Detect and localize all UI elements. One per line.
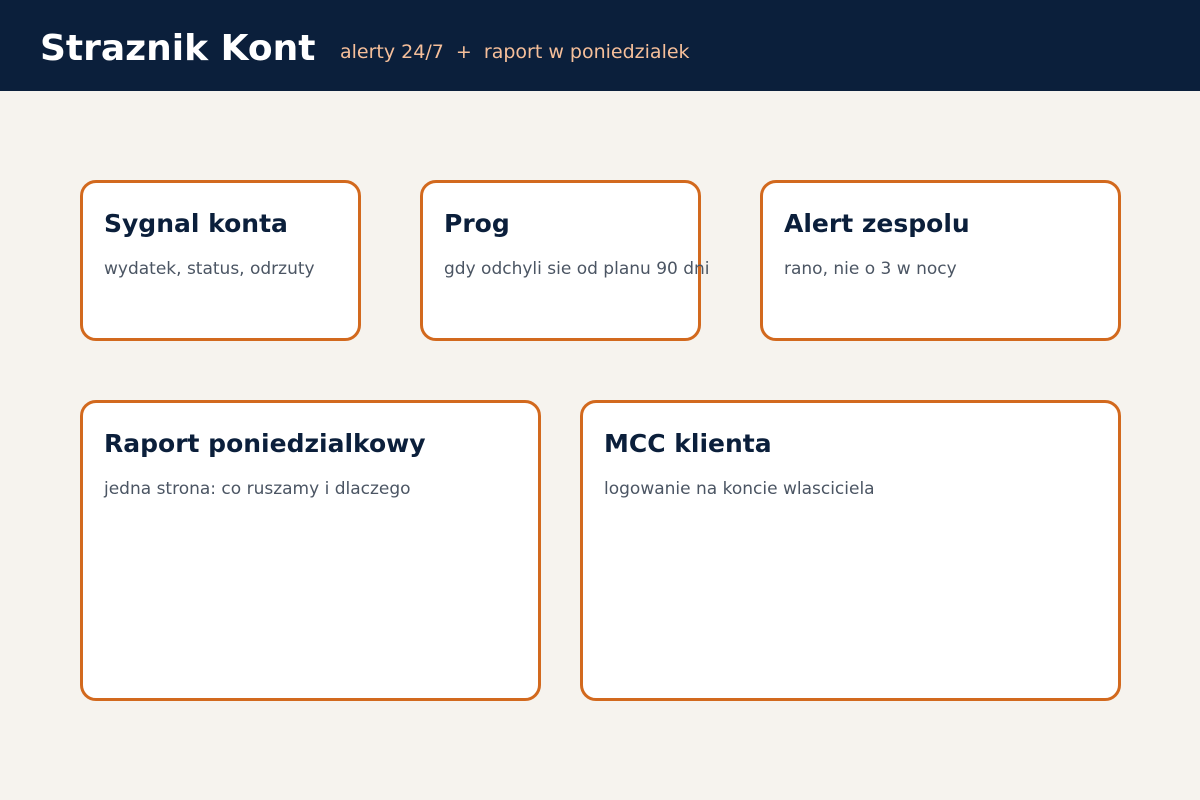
card-description: logowanie na koncie wlasciciela [604,479,875,499]
card-prog: Prog gdy odchyli sie od planu 90 dni [420,180,710,341]
card-title: Sygnal konta [104,209,288,238]
card-title: Prog [444,209,510,238]
card-description: jedna strona: co ruszamy i dlaczego [104,479,411,499]
card-title: Alert zespolu [784,209,970,238]
card-sygnal-konta: Sygnal konta wydatek, status, odrzuty [80,180,361,341]
card-description: rano, nie o 3 w nocy [784,259,957,279]
card-title: MCC klienta [604,429,772,458]
card-title: Raport poniedzialkowy [104,429,426,458]
card-description: gdy odchyli sie od planu 90 dni [444,259,710,279]
card-alert-zespolu: Alert zespolu rano, nie o 3 w nocy [760,180,1121,341]
card-description: wydatek, status, odrzuty [104,259,315,279]
card-mcc-klienta: MCC klienta logowanie na koncie wlascici… [580,400,1121,701]
card-raport-poniedzialkowy: Raport poniedzialkowy jedna strona: co r… [80,400,541,701]
app-tagline: alerty 24/7 + raport w poniedzialek [340,41,690,63]
app-header: Straznik Kont alerty 24/7 + raport w pon… [0,0,1200,91]
app-title: Straznik Kont [40,28,316,69]
